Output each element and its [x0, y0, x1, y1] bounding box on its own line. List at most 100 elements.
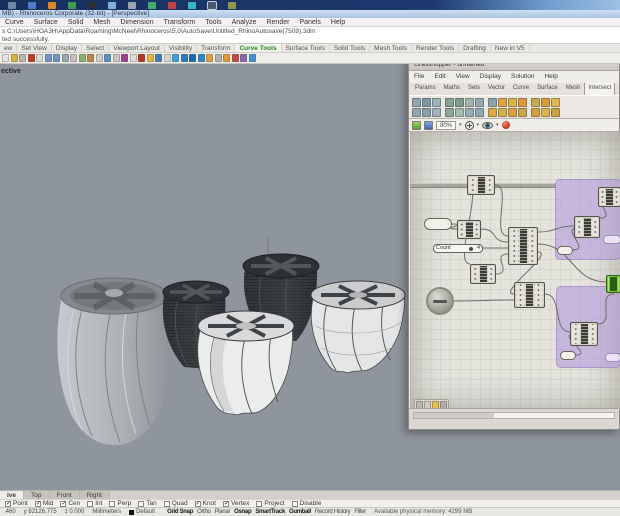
- gh-node-component[interactable]: [570, 322, 598, 346]
- chevron-down-icon[interactable]: ▾: [459, 122, 462, 128]
- osnap-option[interactable]: Cen: [60, 500, 80, 507]
- horizontal-scrollbar[interactable]: [413, 412, 615, 419]
- checkbox-icon[interactable]: [5, 500, 11, 507]
- component-icon[interactable]: [488, 97, 497, 107]
- component-icon[interactable]: [445, 97, 454, 107]
- gh-node-tag[interactable]: [605, 353, 620, 362]
- toolbar-icon[interactable]: [231, 54, 239, 62]
- vase-light-center[interactable]: [197, 310, 295, 416]
- preview-eye-icon[interactable]: [482, 121, 494, 129]
- osnap-option[interactable]: Perp: [109, 500, 131, 507]
- component-icon[interactable]: [422, 97, 431, 107]
- component-icon[interactable]: [531, 97, 540, 107]
- toolbar-icon[interactable]: [146, 54, 154, 62]
- osnap-option[interactable]: Project: [256, 500, 285, 507]
- taskbar-app-icon[interactable]: [207, 0, 217, 10]
- toolbar-icon[interactable]: [70, 54, 77, 62]
- mode-toggle[interactable]: Ortho: [197, 509, 211, 515]
- component-icon[interactable]: [475, 107, 484, 117]
- grasshopper-category-tab[interactable]: Vector: [484, 83, 509, 95]
- menu-item[interactable]: Curve: [0, 18, 29, 26]
- taskbar-app-icon[interactable]: [188, 1, 196, 9]
- mode-toggle[interactable]: Gumball: [289, 509, 311, 515]
- grasshopper-category-tab[interactable]: Sets: [464, 83, 484, 95]
- zoom-level-select[interactable]: 80%: [436, 120, 457, 130]
- taskbar-app-icon[interactable]: [148, 1, 156, 9]
- chevron-down-icon[interactable]: ▾: [477, 122, 480, 128]
- toolbar-tab[interactable]: Curve Tools: [235, 44, 282, 52]
- toolbar-icon[interactable]: [163, 54, 171, 62]
- menu-item[interactable]: Surface: [29, 18, 63, 26]
- grasshopper-menu-item[interactable]: View: [451, 71, 475, 83]
- toolbar-icon[interactable]: [180, 54, 188, 62]
- gh-node-component[interactable]: [514, 282, 545, 308]
- toolbar-icon[interactable]: [2, 54, 9, 62]
- toolbar-icon[interactable]: [189, 54, 196, 62]
- grasshopper-title-bar[interactable]: Grasshopper - unnamed*: [409, 64, 619, 71]
- taskbar-app-icon[interactable]: [228, 1, 236, 9]
- component-icon[interactable]: [445, 107, 454, 117]
- toolbar-tab[interactable]: Mesh Tools: [370, 44, 412, 52]
- grasshopper-menu-item[interactable]: File: [409, 71, 429, 83]
- osnap-option[interactable]: Int: [87, 500, 102, 507]
- checkbox-icon[interactable]: [34, 500, 41, 507]
- current-layer[interactable]: Default: [125, 509, 159, 515]
- viewport-tab[interactable]: ive: [0, 491, 25, 499]
- menu-item[interactable]: Transform: [159, 18, 201, 26]
- mode-toggle[interactable]: Planar: [215, 509, 231, 515]
- grasshopper-menu-item[interactable]: Help: [539, 71, 562, 83]
- scrollbar-thumb[interactable]: [414, 413, 494, 418]
- checkbox-icon[interactable]: [163, 500, 170, 507]
- toolbar-icon[interactable]: [155, 54, 162, 62]
- taskbar-app-icon[interactable]: [128, 1, 136, 9]
- taskbar-app-icon[interactable]: [108, 1, 116, 9]
- toolbar-icon[interactable]: [19, 54, 26, 62]
- gh-node-selected-component[interactable]: [606, 275, 620, 293]
- toolbar-tab[interactable]: Display: [52, 44, 83, 52]
- toolbar-icon[interactable]: [36, 54, 43, 62]
- component-icon[interactable]: [412, 97, 421, 107]
- menu-item[interactable]: Render: [261, 18, 294, 26]
- toolbar-tab[interactable]: Transform: [197, 44, 236, 52]
- osnap-option[interactable]: Vertex: [222, 500, 249, 507]
- mode-toggle[interactable]: Grid Snap: [167, 509, 193, 515]
- component-icon[interactable]: [508, 97, 517, 107]
- component-icon[interactable]: [531, 107, 540, 117]
- grasshopper-category-tab[interactable]: Maths: [440, 83, 464, 95]
- component-icon[interactable]: [455, 97, 464, 107]
- toolbar-tab[interactable]: Set View: [17, 44, 52, 52]
- gh-node-component[interactable]: [598, 187, 620, 207]
- toolbar-icon[interactable]: [104, 54, 111, 62]
- osnap-option[interactable]: Quad: [163, 500, 188, 507]
- toolbar-icon[interactable]: [78, 54, 86, 62]
- component-icon[interactable]: [412, 107, 421, 117]
- toolbar-icon[interactable]: [223, 54, 230, 62]
- toolbar-tab[interactable]: Select: [82, 44, 110, 52]
- grasshopper-category-tab[interactable]: Params: [411, 83, 440, 95]
- gh-node-component[interactable]: [508, 227, 538, 265]
- toolbar-icon[interactable]: [61, 54, 69, 62]
- menu-item[interactable]: Mesh: [88, 18, 115, 26]
- gh-node-component[interactable]: [470, 264, 496, 284]
- menu-item[interactable]: Solid: [63, 18, 89, 26]
- grasshopper-window[interactable]: Grasshopper - unnamed* File Edit View Displ…: [408, 64, 620, 430]
- rhino-title-bar[interactable]: MB) - Rhinoceros Corporate (32-bit) - [P…: [0, 10, 620, 18]
- toolbar-icon[interactable]: [214, 54, 222, 62]
- toolbar-icon[interactable]: [10, 54, 18, 62]
- component-icon[interactable]: [551, 97, 560, 107]
- toolbar-tab[interactable]: ew: [0, 44, 18, 52]
- osnap-option[interactable]: Knot: [194, 500, 216, 507]
- checkbox-icon[interactable]: [60, 500, 67, 507]
- component-icon[interactable]: [498, 97, 507, 107]
- vase-smooth-large[interactable]: [57, 277, 171, 445]
- grasshopper-category-tab[interactable]: Transform: [615, 83, 619, 95]
- toolbar-icon[interactable]: [121, 54, 128, 62]
- gh-node-component[interactable]: [467, 175, 495, 195]
- osnap-option[interactable]: Mid: [34, 500, 53, 507]
- menu-item[interactable]: Dimension: [116, 18, 159, 26]
- units-label[interactable]: Millimeters: [88, 509, 125, 515]
- grasshopper-category-tab[interactable]: Surface: [533, 83, 562, 95]
- toolbar-icon[interactable]: [197, 54, 205, 62]
- toolbar-icon[interactable]: [95, 54, 103, 62]
- menu-item[interactable]: Panels: [294, 18, 325, 26]
